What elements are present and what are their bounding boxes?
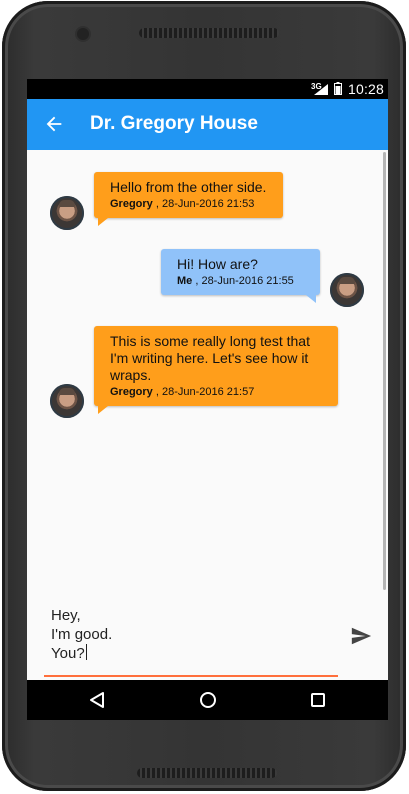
bubble-tail <box>98 218 108 226</box>
avatar[interactable] <box>330 273 364 307</box>
avatar[interactable] <box>50 196 84 230</box>
triangle-back-icon[interactable] <box>88 691 106 709</box>
signal-icon <box>314 84 328 95</box>
message-sender: Gregory <box>110 198 153 210</box>
message-input[interactable]: Hey, I'm good. You? <box>51 606 331 663</box>
scrollbar[interactable] <box>383 152 386 590</box>
message-text: This is some really long test that I'm w… <box>110 333 310 383</box>
message-bubble[interactable]: Hi! How are? Me , 28-Jun-2016 21:55 <box>161 249 320 303</box>
front-camera <box>77 28 89 40</box>
message-timestamp: , 28-Jun-2016 21:57 <box>152 386 255 398</box>
message-text: Hi! How are? <box>177 256 258 272</box>
message-timestamp: , 28-Jun-2016 21:53 <box>152 198 255 210</box>
status-time: 10:28 <box>348 81 385 97</box>
earpiece-speaker <box>139 28 279 38</box>
bubble-tail <box>98 406 108 414</box>
send-icon[interactable] <box>350 625 372 647</box>
status-bar: 3G 10:28 <box>27 79 388 99</box>
square-recents-icon[interactable] <box>310 692 326 708</box>
conversation-title: Dr. Gregory House <box>90 113 258 134</box>
message-bubble[interactable]: Hello from the other side. Gregory , 28-… <box>94 172 283 226</box>
message-timestamp: , 28-Jun-2016 21:55 <box>192 275 294 287</box>
battery-icon <box>334 82 342 95</box>
message-meta: Gregory , 28-Jun-2016 21:53 <box>110 197 267 211</box>
message-bubble[interactable]: This is some really long test that I'm w… <box>94 326 338 414</box>
message-sender: Gregory <box>110 386 153 398</box>
message-meta: Me , 28-Jun-2016 21:55 <box>177 274 304 288</box>
app-bar: Dr. Gregory House <box>27 99 388 150</box>
phone-frame: 3G 10:28 Dr. Gregory House Hello from th… <box>2 1 406 791</box>
message-sender: Me <box>177 275 193 287</box>
arrow-left-icon[interactable] <box>43 113 65 135</box>
navigation-bar <box>27 680 388 720</box>
text-caret <box>85 644 87 660</box>
message-meta: Gregory , 28-Jun-2016 21:57 <box>110 385 322 399</box>
message-text: Hello from the other side. <box>110 179 267 195</box>
bubble-tail <box>306 295 316 303</box>
bottom-speaker <box>137 768 277 778</box>
avatar[interactable] <box>50 384 84 418</box>
message-input-value: Hey, I'm good. You? <box>51 607 113 662</box>
input-underline <box>44 675 338 677</box>
circle-home-icon[interactable] <box>199 691 217 709</box>
screen: 3G 10:28 Dr. Gregory House Hello from th… <box>27 79 388 720</box>
